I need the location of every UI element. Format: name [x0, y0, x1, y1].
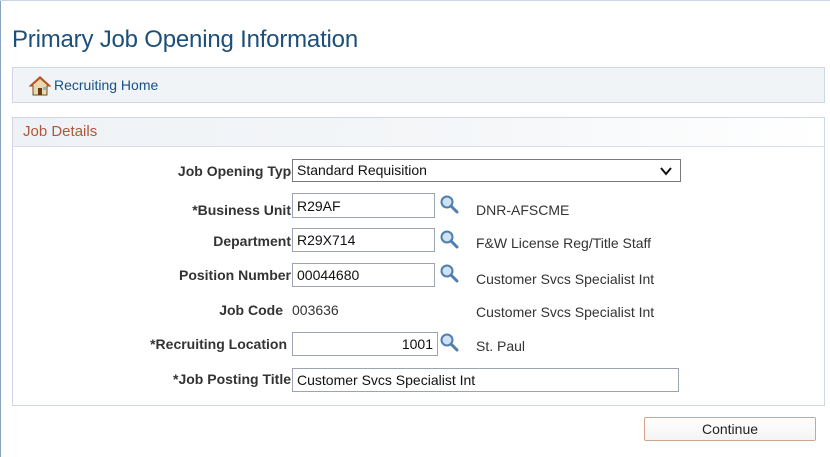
position-number-input[interactable]: [292, 263, 435, 287]
job-opening-type-select[interactable]: Standard Requisition: [292, 159, 681, 182]
page-left-border: [0, 0, 1, 457]
job-details-group: Job Details Job Opening Type Standard Re…: [12, 117, 825, 406]
magnifier-lookup-icon[interactable]: [439, 332, 459, 352]
business-unit-input[interactable]: [292, 193, 435, 218]
magnifier-lookup-icon[interactable]: [439, 194, 459, 214]
recruiting-location-input[interactable]: [292, 332, 438, 356]
navigation-bar: Recruiting Home: [12, 67, 825, 103]
job-code-label: Job Code: [219, 302, 283, 318]
chevron-down-icon: [660, 167, 672, 176]
job-opening-type-label: Job Opening Type: [177, 163, 299, 179]
business-unit-description: DNR-AFSCME: [476, 202, 570, 218]
page-title: Primary Job Opening Information: [12, 26, 358, 53]
department-input[interactable]: [292, 228, 435, 252]
job-code-description: Customer Svcs Specialist Int: [476, 304, 655, 320]
job-posting-title-input[interactable]: [292, 368, 679, 392]
magnifier-lookup-icon[interactable]: [439, 263, 459, 283]
page-top-border: [0, 0, 830, 1]
position-number-description: Customer Svcs Specialist Int: [476, 271, 655, 287]
continue-button[interactable]: Continue: [644, 417, 816, 441]
job-code-value: 003636: [292, 302, 339, 318]
department-description: F&W License Reg/Title Staff: [476, 235, 652, 251]
job-details-title: Job Details: [23, 123, 98, 140]
department-label: Department: [213, 233, 291, 249]
recruiting-home-link[interactable]: Recruiting Home: [54, 77, 158, 93]
job-details-header: Job Details: [13, 118, 824, 147]
magnifier-lookup-icon[interactable]: [439, 229, 459, 249]
business-unit-label: *Business Unit: [192, 202, 291, 218]
recruiting-location-label: *Recruiting Location: [150, 336, 287, 352]
home-icon[interactable]: [29, 76, 51, 96]
job-posting-title-label: *Job Posting Title: [173, 371, 291, 387]
recruiting-location-description: St. Paul: [476, 338, 526, 354]
position-number-label: Position Number: [178, 267, 291, 283]
job-opening-type-value: Standard Requisition: [297, 162, 427, 178]
